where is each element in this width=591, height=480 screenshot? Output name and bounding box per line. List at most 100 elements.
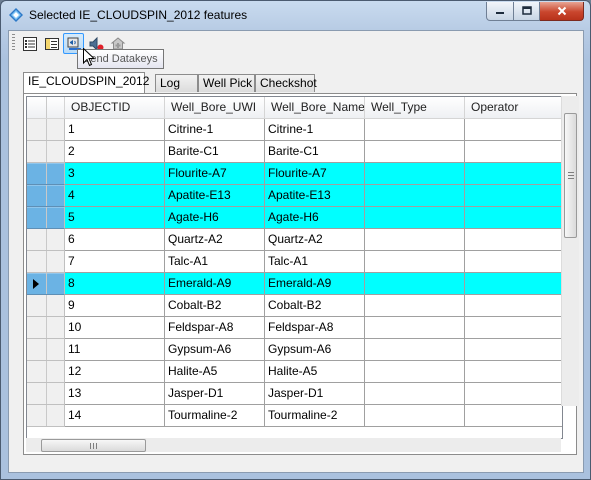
cell-well-bore-uwi[interactable]: Gypsum-A6: [165, 339, 265, 361]
table-row[interactable]: 2 Barite-C1 Barite-C1: [27, 141, 562, 163]
table-row[interactable]: 13 Jasper-D1 Jasper-D1: [27, 383, 562, 405]
table-row[interactable]: 12 Halite-A5 Halite-A5: [27, 361, 562, 383]
cell-well-type[interactable]: [365, 207, 465, 229]
row-header[interactable]: [27, 119, 65, 141]
tab-log[interactable]: Log: [155, 74, 198, 92]
maximize-button[interactable]: [514, 2, 540, 21]
row-header[interactable]: [27, 361, 65, 383]
horizontal-scrollbar[interactable]: [26, 438, 561, 452]
cell-well-type[interactable]: [365, 339, 465, 361]
cell-well-bore-uwi[interactable]: Halite-A5: [165, 361, 265, 383]
cell-well-type[interactable]: [365, 317, 465, 339]
cell-operator[interactable]: [465, 141, 562, 163]
cell-well-bore-name[interactable]: Gypsum-A6: [265, 339, 365, 361]
cell-well-type[interactable]: [365, 405, 465, 427]
tab-ie-cloudspin-2012[interactable]: IE_CLOUDSPIN_2012: [23, 72, 149, 93]
cell-objectid[interactable]: 6: [65, 229, 165, 251]
cell-operator[interactable]: [465, 229, 562, 251]
table-row[interactable]: 9 Cobalt-B2 Cobalt-B2: [27, 295, 562, 317]
cell-operator[interactable]: [465, 251, 562, 273]
cell-operator[interactable]: [465, 185, 562, 207]
cell-objectid[interactable]: 10: [65, 317, 165, 339]
cell-operator[interactable]: [465, 119, 562, 141]
cell-operator[interactable]: [465, 207, 562, 229]
cell-well-bore-uwi[interactable]: Talc-A1: [165, 251, 265, 273]
cell-well-bore-name[interactable]: Flourite-A7: [265, 163, 365, 185]
row-header[interactable]: [27, 339, 65, 361]
cell-operator[interactable]: [465, 405, 562, 427]
cell-operator[interactable]: [465, 295, 562, 317]
cell-well-bore-uwi[interactable]: Citrine-1: [165, 119, 265, 141]
cell-objectid[interactable]: 12: [65, 361, 165, 383]
cell-well-type[interactable]: [365, 163, 465, 185]
table-row[interactable]: 8 Emerald-A9 Emerald-A9: [27, 273, 562, 295]
select-columns-button[interactable]: [41, 33, 62, 54]
row-header[interactable]: [27, 251, 65, 273]
cell-well-bore-uwi[interactable]: Apatite-E13: [165, 185, 265, 207]
cell-objectid[interactable]: 4: [65, 185, 165, 207]
row-header[interactable]: [27, 229, 65, 251]
close-button[interactable]: [540, 2, 584, 21]
cell-well-bore-name[interactable]: Agate-H6: [265, 207, 365, 229]
cell-well-bore-name[interactable]: Feldspar-A8: [265, 317, 365, 339]
corner-header[interactable]: [27, 97, 65, 119]
attribute-table-button[interactable]: [19, 33, 40, 54]
cell-well-bore-name[interactable]: Cobalt-B2: [265, 295, 365, 317]
title-bar[interactable]: Selected IE_CLOUDSPIN_2012 features: [1, 1, 590, 29]
cell-well-bore-name[interactable]: Apatite-E13: [265, 185, 365, 207]
cell-well-bore-name[interactable]: Jasper-D1: [265, 383, 365, 405]
cell-well-type[interactable]: [365, 383, 465, 405]
cell-well-bore-uwi[interactable]: Jasper-D1: [165, 383, 265, 405]
tab-checkshot[interactable]: Checkshot: [255, 74, 317, 92]
table-row[interactable]: 11 Gypsum-A6 Gypsum-A6: [27, 339, 562, 361]
cell-objectid[interactable]: 13: [65, 383, 165, 405]
table-row[interactable]: 7 Talc-A1 Talc-A1: [27, 251, 562, 273]
toolbar-grip[interactable]: [12, 34, 15, 52]
column-header-well-bore-uwi[interactable]: Well_Bore_UWI: [165, 97, 265, 119]
cell-operator[interactable]: [465, 273, 562, 295]
cell-objectid[interactable]: 2: [65, 141, 165, 163]
cell-well-bore-name[interactable]: Quartz-A2: [265, 229, 365, 251]
cell-well-bore-name[interactable]: Halite-A5: [265, 361, 365, 383]
vertical-scroll-thumb[interactable]: [564, 113, 577, 238]
table-row[interactable]: 5 Agate-H6 Agate-H6: [27, 207, 562, 229]
row-header[interactable]: [27, 185, 65, 207]
cell-objectid[interactable]: 7: [65, 251, 165, 273]
cell-well-type[interactable]: [365, 229, 465, 251]
row-header[interactable]: [27, 207, 65, 229]
cell-well-type[interactable]: [365, 119, 465, 141]
cell-objectid[interactable]: 9: [65, 295, 165, 317]
cell-operator[interactable]: [465, 383, 562, 405]
row-header[interactable]: [27, 141, 65, 163]
cell-well-bore-name[interactable]: Talc-A1: [265, 251, 365, 273]
table-row[interactable]: 14 Tourmaline-2 Tourmaline-2: [27, 405, 562, 427]
row-header[interactable]: [27, 405, 65, 427]
cell-well-bore-uwi[interactable]: Cobalt-B2: [165, 295, 265, 317]
cell-well-bore-uwi[interactable]: Tourmaline-2: [165, 405, 265, 427]
horizontal-scroll-thumb[interactable]: [41, 439, 146, 452]
cell-well-bore-uwi[interactable]: Flourite-A7: [165, 163, 265, 185]
cell-well-bore-name[interactable]: Citrine-1: [265, 119, 365, 141]
cell-objectid[interactable]: 8: [65, 273, 165, 295]
table-row[interactable]: 4 Apatite-E13 Apatite-E13: [27, 185, 562, 207]
tab-well-pick[interactable]: Well Pick: [198, 74, 255, 92]
cell-well-bore-name[interactable]: Barite-C1: [265, 141, 365, 163]
cell-objectid[interactable]: 14: [65, 405, 165, 427]
cell-well-bore-uwi[interactable]: Barite-C1: [165, 141, 265, 163]
table-row[interactable]: 10 Feldspar-A8 Feldspar-A8: [27, 317, 562, 339]
cell-well-type[interactable]: [365, 273, 465, 295]
row-header[interactable]: [27, 383, 65, 405]
column-header-well-type[interactable]: Well_Type: [365, 97, 465, 119]
cell-operator[interactable]: [465, 317, 562, 339]
cell-well-bore-name[interactable]: Tourmaline-2: [265, 405, 365, 427]
row-header[interactable]: [27, 295, 65, 317]
cell-objectid[interactable]: 11: [65, 339, 165, 361]
cell-operator[interactable]: [465, 361, 562, 383]
cell-operator[interactable]: [465, 163, 562, 185]
cell-well-bore-uwi[interactable]: Feldspar-A8: [165, 317, 265, 339]
table-row[interactable]: 1 Citrine-1 Citrine-1: [27, 119, 562, 141]
cell-well-type[interactable]: [365, 141, 465, 163]
table-row[interactable]: 6 Quartz-A2 Quartz-A2: [27, 229, 562, 251]
row-header[interactable]: [27, 163, 65, 185]
vertical-scrollbar[interactable]: [561, 96, 579, 406]
